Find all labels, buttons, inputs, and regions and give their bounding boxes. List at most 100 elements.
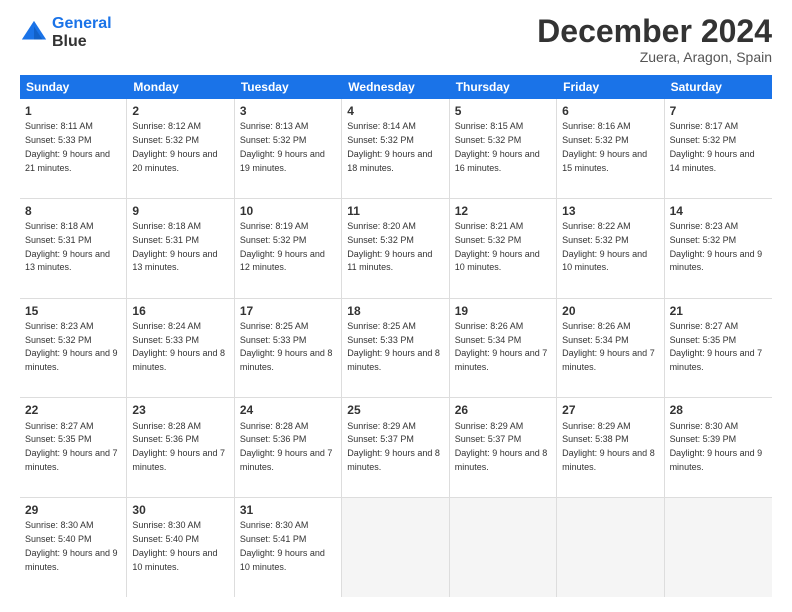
day-number: 29 (25, 502, 121, 518)
calendar: Sunday Monday Tuesday Wednesday Thursday… (20, 75, 772, 597)
table-row: 25Sunrise: 8:29 AMSunset: 5:37 PMDayligh… (342, 398, 449, 497)
sun-info: Sunrise: 8:29 AMSunset: 5:38 PMDaylight:… (562, 421, 655, 472)
table-row: 13 Sunrise: 8:22 AMSunset: 5:32 PMDayligh… (557, 199, 664, 298)
table-row: 7 Sunrise: 8:17 AMSunset: 5:32 PMDaylight… (665, 99, 772, 198)
table-row: 23 Sunrise: 8:28 AMSunset: 5:36 PMDayligh… (127, 398, 234, 497)
table-row: 24Sunrise: 8:28 AMSunset: 5:36 PMDayligh… (235, 398, 342, 497)
table-row: 2 Sunrise: 8:12 AMSunset: 5:32 PMDaylight… (127, 99, 234, 198)
col-tuesday: Tuesday (235, 75, 342, 99)
sun-info: Sunrise: 8:14 AMSunset: 5:32 PMDaylight:… (347, 121, 432, 172)
month-title: December 2024 (537, 15, 772, 47)
sun-info: Sunrise: 8:18 AMSunset: 5:31 PMDaylight:… (25, 221, 110, 272)
table-row: 17 Sunrise: 8:25 AMSunset: 5:33 PMDayligh… (235, 299, 342, 398)
day-number: 10 (240, 203, 336, 219)
day-number: 8 (25, 203, 121, 219)
sun-info: Sunrise: 8:27 AMSunset: 5:35 PMDaylight:… (25, 421, 118, 472)
table-row: 20Sunrise: 8:26 AMSunset: 5:34 PMDayligh… (557, 299, 664, 398)
page: General Blue December 2024 Zuera, Aragon… (0, 0, 792, 612)
table-row (342, 498, 449, 597)
table-row: 9 Sunrise: 8:18 AMSunset: 5:31 PMDaylight… (127, 199, 234, 298)
table-row: 26Sunrise: 8:29 AMSunset: 5:37 PMDayligh… (450, 398, 557, 497)
sun-info: Sunrise: 8:16 AMSunset: 5:32 PMDaylight:… (562, 121, 647, 172)
sun-info: Sunrise: 8:26 AMSunset: 5:34 PMDaylight:… (562, 321, 655, 372)
day-number: 2 (132, 103, 228, 119)
sun-info: Sunrise: 8:13 AMSunset: 5:32 PMDaylight:… (240, 121, 325, 172)
sun-info: Sunrise: 8:28 AMSunset: 5:36 PMDaylight:… (132, 421, 225, 472)
table-row (557, 498, 664, 597)
table-row: 18Sunrise: 8:25 AMSunset: 5:33 PMDayligh… (342, 299, 449, 398)
header: General Blue December 2024 Zuera, Aragon… (20, 15, 772, 65)
sun-info: Sunrise: 8:17 AMSunset: 5:32 PMDaylight:… (670, 121, 755, 172)
table-row: 22 Sunrise: 8:27 AMSunset: 5:35 PMDayligh… (20, 398, 127, 497)
calendar-body: 1 Sunrise: 8:11 AMSunset: 5:33 PMDaylight… (20, 99, 772, 597)
location: Zuera, Aragon, Spain (537, 49, 772, 65)
logo-text: General Blue (52, 15, 112, 50)
sun-info: Sunrise: 8:20 AMSunset: 5:32 PMDaylight:… (347, 221, 432, 272)
calendar-header: Sunday Monday Tuesday Wednesday Thursday… (20, 75, 772, 99)
table-row: 4Sunrise: 8:14 AMSunset: 5:32 PMDaylight… (342, 99, 449, 198)
sun-info: Sunrise: 8:23 AMSunset: 5:32 PMDaylight:… (25, 321, 118, 372)
day-number: 30 (132, 502, 228, 518)
day-number: 9 (132, 203, 228, 219)
table-row: 11 Sunrise: 8:20 AMSunset: 5:32 PMDayligh… (342, 199, 449, 298)
day-number: 13 (562, 203, 658, 219)
table-row: 12 Sunrise: 8:21 AMSunset: 5:32 PMDayligh… (450, 199, 557, 298)
day-number: 1 (25, 103, 121, 119)
calendar-row: 8 Sunrise: 8:18 AMSunset: 5:31 PMDaylight… (20, 199, 772, 299)
day-number: 27 (562, 402, 658, 418)
sun-info: Sunrise: 8:21 AMSunset: 5:32 PMDaylight:… (455, 221, 540, 272)
sun-info: Sunrise: 8:25 AMSunset: 5:33 PMDaylight:… (347, 321, 440, 372)
table-row: 6 Sunrise: 8:16 AMSunset: 5:32 PMDaylight… (557, 99, 664, 198)
sun-info: Sunrise: 8:12 AMSunset: 5:32 PMDaylight:… (132, 121, 217, 172)
sun-info: Sunrise: 8:15 AMSunset: 5:32 PMDaylight:… (455, 121, 540, 172)
table-row: 5 Sunrise: 8:15 AMSunset: 5:32 PMDaylight… (450, 99, 557, 198)
sun-info: Sunrise: 8:23 AMSunset: 5:32 PMDaylight:… (670, 221, 763, 272)
table-row: 31Sunrise: 8:30 AMSunset: 5:41 PMDayligh… (235, 498, 342, 597)
table-row (665, 498, 772, 597)
day-number: 12 (455, 203, 551, 219)
day-number: 16 (132, 303, 228, 319)
col-thursday: Thursday (450, 75, 557, 99)
day-number: 11 (347, 203, 443, 219)
sun-info: Sunrise: 8:30 AMSunset: 5:41 PMDaylight:… (240, 520, 325, 571)
table-row: 8 Sunrise: 8:18 AMSunset: 5:31 PMDaylight… (20, 199, 127, 298)
calendar-row: 15 Sunrise: 8:23 AMSunset: 5:32 PMDayligh… (20, 299, 772, 399)
sun-info: Sunrise: 8:25 AMSunset: 5:33 PMDaylight:… (240, 321, 333, 372)
day-number: 17 (240, 303, 336, 319)
table-row: 30 Sunrise: 8:30 AMSunset: 5:40 PMDayligh… (127, 498, 234, 597)
col-friday: Friday (557, 75, 664, 99)
table-row: 27 Sunrise: 8:29 AMSunset: 5:38 PMDayligh… (557, 398, 664, 497)
sun-info: Sunrise: 8:19 AMSunset: 5:32 PMDaylight:… (240, 221, 325, 272)
day-number: 26 (455, 402, 551, 418)
table-row (450, 498, 557, 597)
day-number: 24 (240, 402, 336, 418)
day-number: 22 (25, 402, 121, 418)
table-row: 28 Sunrise: 8:30 AMSunset: 5:39 PMDayligh… (665, 398, 772, 497)
col-wednesday: Wednesday (342, 75, 449, 99)
day-number: 5 (455, 103, 551, 119)
table-row: 21Sunrise: 8:27 AMSunset: 5:35 PMDayligh… (665, 299, 772, 398)
sun-info: Sunrise: 8:29 AMSunset: 5:37 PMDaylight:… (347, 421, 440, 472)
day-number: 19 (455, 303, 551, 319)
sun-info: Sunrise: 8:18 AMSunset: 5:31 PMDaylight:… (132, 221, 217, 272)
day-number: 23 (132, 402, 228, 418)
day-number: 7 (670, 103, 767, 119)
sun-info: Sunrise: 8:11 AMSunset: 5:33 PMDaylight:… (25, 121, 110, 172)
table-row: 15 Sunrise: 8:23 AMSunset: 5:32 PMDayligh… (20, 299, 127, 398)
col-sunday: Sunday (20, 75, 127, 99)
day-number: 15 (25, 303, 121, 319)
sun-info: Sunrise: 8:30 AMSunset: 5:39 PMDaylight:… (670, 421, 763, 472)
calendar-row: 22 Sunrise: 8:27 AMSunset: 5:35 PMDayligh… (20, 398, 772, 498)
sun-info: Sunrise: 8:30 AMSunset: 5:40 PMDaylight:… (132, 520, 217, 571)
day-number: 28 (670, 402, 767, 418)
logo-icon (20, 19, 48, 47)
table-row: 29Sunrise: 8:30 AMSunset: 5:40 PMDayligh… (20, 498, 127, 597)
day-number: 3 (240, 103, 336, 119)
table-row: 3 Sunrise: 8:13 AMSunset: 5:32 PMDaylight… (235, 99, 342, 198)
calendar-row: 29 Sunrise: 8:30 AMSunset: 5:40 PMDayligh… (20, 498, 772, 597)
sun-info: Sunrise: 8:22 AMSunset: 5:32 PMDaylight:… (562, 221, 647, 272)
table-row: 14Sunrise: 8:23 AMSunset: 5:32 PMDayligh… (665, 199, 772, 298)
title-section: December 2024 Zuera, Aragon, Spain (537, 15, 772, 65)
day-number: 6 (562, 103, 658, 119)
calendar-row: 1 Sunrise: 8:11 AMSunset: 5:33 PMDaylight… (20, 99, 772, 199)
